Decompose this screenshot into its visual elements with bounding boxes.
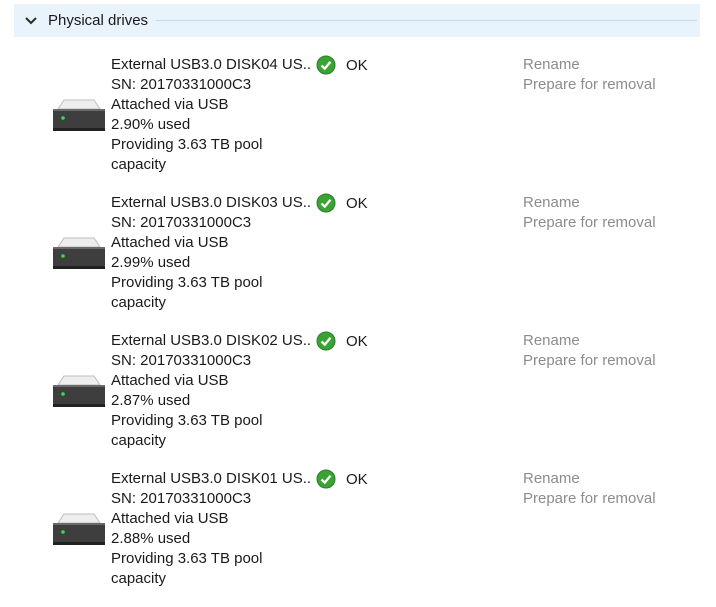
drive-capacity-cont: capacity	[111, 294, 167, 311]
drive-item-disk01: External USB3.0 DISK01 US... SN: 2017033…	[0, 469, 716, 607]
drive-name: External USB3.0 DISK03 US...	[111, 194, 311, 211]
drive-item-disk02: External USB3.0 DISK02 US... SN: 2017033…	[0, 331, 716, 469]
header-divider	[156, 20, 697, 21]
section-title: Physical drives	[48, 12, 149, 29]
drive-capacity-cont: capacity	[111, 156, 167, 173]
rename-link[interactable]: Rename	[523, 193, 656, 213]
status-text: OK	[346, 470, 368, 488]
rename-link[interactable]: Rename	[523, 331, 656, 351]
rename-link[interactable]: Rename	[523, 469, 656, 489]
drive-capacity: Providing 3.63 TB pool	[111, 136, 263, 153]
drive-capacity: Providing 3.63 TB pool	[111, 550, 263, 567]
drive-capacity-cont: capacity	[111, 570, 167, 587]
hard-drive-icon	[52, 374, 106, 408]
prepare-for-removal-link[interactable]: Prepare for removal	[523, 213, 656, 233]
drive-serial: SN: 20170331000C3	[111, 214, 252, 231]
drive-connection: Attached via USB	[111, 96, 229, 113]
drive-status: OK	[316, 331, 368, 351]
check-circle-icon	[316, 55, 336, 75]
drive-connection: Attached via USB	[111, 510, 229, 527]
prepare-for-removal-link[interactable]: Prepare for removal	[523, 489, 656, 509]
check-circle-icon	[316, 331, 336, 351]
drive-serial: SN: 20170331000C3	[111, 76, 252, 93]
drive-serial: SN: 20170331000C3	[111, 490, 252, 507]
hard-drive-icon	[52, 236, 106, 270]
drive-usage: 2.88% used	[111, 530, 191, 547]
drive-usage: 2.87% used	[111, 392, 191, 409]
prepare-for-removal-link[interactable]: Prepare for removal	[523, 75, 656, 95]
drive-name: External USB3.0 DISK01 US...	[111, 470, 311, 487]
drive-connection: Attached via USB	[111, 234, 229, 251]
rename-link[interactable]: Rename	[523, 55, 656, 75]
status-text: OK	[346, 332, 368, 350]
drive-status: OK	[316, 193, 368, 213]
hard-drive-icon	[52, 512, 106, 546]
drive-name: External USB3.0 DISK02 US...	[111, 332, 311, 349]
drive-item-disk04: External USB3.0 DISK04 US... SN: 2017033…	[0, 55, 716, 193]
drive-usage: 2.99% used	[111, 254, 191, 271]
drive-usage: 2.90% used	[111, 116, 191, 133]
drive-capacity-cont: capacity	[111, 432, 167, 449]
drive-capacity: Providing 3.63 TB pool	[111, 412, 263, 429]
physical-drives-header[interactable]: Physical drives	[14, 4, 700, 37]
drive-status: OK	[316, 469, 368, 489]
drive-serial: SN: 20170331000C3	[111, 352, 252, 369]
check-circle-icon	[316, 193, 336, 213]
hard-drive-icon	[52, 98, 106, 132]
chevron-down-icon[interactable]	[14, 4, 48, 37]
drive-status: OK	[316, 55, 368, 75]
status-text: OK	[346, 56, 368, 74]
drive-item-disk03: External USB3.0 DISK03 US... SN: 2017033…	[0, 193, 716, 331]
status-text: OK	[346, 194, 368, 212]
check-circle-icon	[316, 469, 336, 489]
drive-name: External USB3.0 DISK04 US...	[111, 56, 311, 73]
drive-connection: Attached via USB	[111, 372, 229, 389]
drive-capacity: Providing 3.63 TB pool	[111, 274, 263, 291]
prepare-for-removal-link[interactable]: Prepare for removal	[523, 351, 656, 371]
